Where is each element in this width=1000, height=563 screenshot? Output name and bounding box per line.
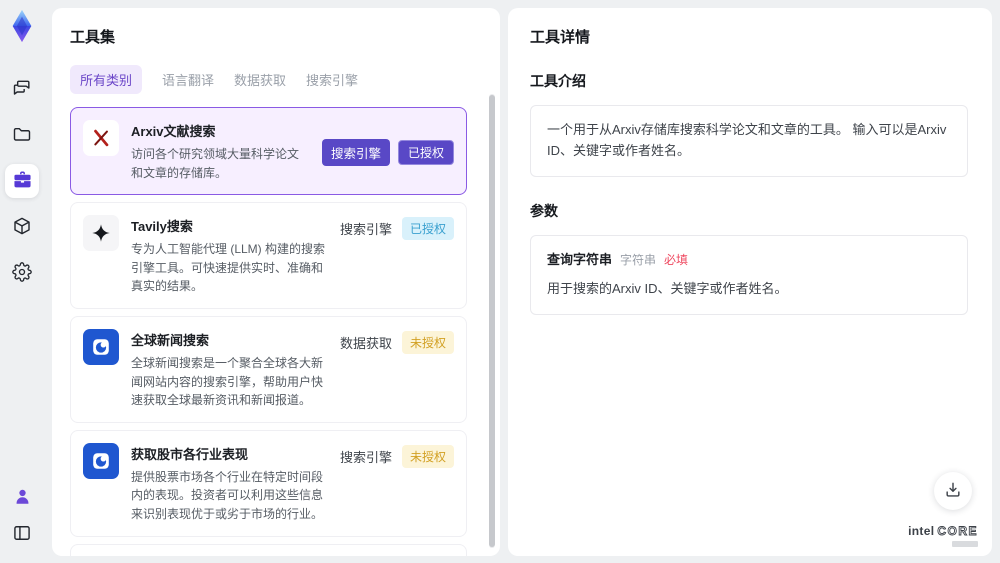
sidebar [0,0,44,563]
category-tab[interactable]: 语言翻译 [162,65,214,94]
core-wordmark: core [937,524,978,539]
parameter-required-label: 必填 [664,252,689,267]
briefcase-icon [12,169,33,193]
category-tabs: 所有类别 语言翻译 数据获取 搜索引擎 [70,65,480,94]
chat-icon [12,78,32,101]
app-logo-icon[interactable] [5,8,39,44]
tool-card[interactable]: 全球新闻搜索 全球新闻搜索是一个聚合全球各大新闻网站内容的搜索引擎，帮助用户快速… [70,315,467,423]
intel-ultra-badge [952,541,978,547]
tool-auth-badge: 已授权 [401,217,454,241]
scrollbar-thumb[interactable] [489,95,495,547]
details-title: 工具详情 [530,29,591,46]
tool-auth-badge: 未授权 [401,444,454,468]
tool-auth-badge: 未授权 [401,330,454,354]
tool-category-tag: 搜索引擎 [339,222,392,238]
category-tab[interactable]: 搜索引擎 [306,65,358,94]
tool-card[interactable]: Arxiv文献搜索 访问各个研究领域大量科学论文和文章的存储库。 搜索引擎 已授… [70,107,467,196]
page-title: 工具集 [70,29,116,46]
user-avatar-icon [13,487,32,509]
parameter-name: 查询字符串 [547,251,613,267]
intro-heading: 工具介绍 [530,73,586,89]
tool-name: Arxiv文献搜索 [131,124,216,139]
tool-list: Arxiv文献搜索 访问各个研究领域大量科学论文和文章的存储库。 搜索引擎 已授… [70,107,480,556]
news-app-icon [83,328,119,365]
sidebar-item-files[interactable] [5,118,39,152]
tools-panel: 工具集 所有类别 语言翻译 数据获取 搜索引擎 Arxiv文献搜索 访问各个研究… [52,8,500,556]
tool-description: 全球新闻搜索是一个聚合全球各大新闻网站内容的搜索引擎，帮助用户快速获取全球最新资… [131,355,324,408]
params-heading: 参数 [530,202,558,219]
scrollbar[interactable] [489,94,495,548]
tool-name: 全球新闻搜索 [131,332,210,348]
sidebar-item-tools[interactable] [5,164,39,198]
sidebar-item-settings[interactable] [5,256,39,290]
stock-app-icon [83,442,119,479]
intro-card: 一个用于从Arxiv存储库搜索科学论文和文章的工具。 输入可以是Arxiv ID… [530,105,968,177]
sidebar-bottom [5,481,39,553]
intel-core-logo: intel core [908,524,978,547]
tool-category-tag: 数据获取 [339,335,392,351]
tool-category-tag: 搜索引擎 [321,138,390,166]
arxiv-logo [83,120,119,156]
app-root: 工具集 所有类别 语言翻译 数据获取 搜索引擎 Arxiv文献搜索 访问各个研究… [0,0,1000,563]
parameter-type: 字符串 [620,252,657,267]
sidebar-item-models[interactable] [5,210,39,244]
download-button[interactable] [934,472,972,510]
tavily-star-icon [83,215,119,252]
category-tab[interactable]: 所有类别 [70,65,143,94]
panel-layout-icon [12,523,32,546]
tool-name: 获取股市各行业表现 [131,446,249,462]
folder-icon [12,124,32,147]
main-content: 工具集 所有类别 语言翻译 数据获取 搜索引擎 Arxiv文献搜索 访问各个研究… [44,0,1000,563]
tool-description: 提供股票市场各个行业在特定时间段内的表现。投资者可以利用这些信息来识别表现优于或… [131,469,324,521]
intel-wordmark: intel [908,524,935,538]
parameter-description: 用于搜索的Arxiv ID、关键字或作者姓名。 [547,281,788,297]
tool-details-panel: 工具详情 工具介绍 一个用于从Arxiv存储库搜索科学论文和文章的工具。 输入可… [508,8,992,556]
category-tab[interactable]: 数据获取 [234,65,286,94]
cube-icon [12,216,32,239]
parameter-card: 查询字符串 字符串 必填 用于搜索的Arxiv ID、关键字或作者姓名。 [530,234,968,316]
sidebar-item-collapse[interactable] [5,517,39,551]
tool-category-tag: 搜索引擎 [339,449,392,465]
intro-text: 一个用于从Arxiv存储库搜索科学论文和文章的工具。 输入可以是Arxiv ID… [547,122,947,158]
tool-name: Tavily搜索 [131,219,193,235]
tool-description: 专为人工智能代理 (LLM) 构建的搜索引擎工具。可快速提供实时、准确和真实的结… [131,242,326,294]
tool-description: 访问各个研究领域大量科学论文和文章的存储库。 [131,147,300,180]
tool-card[interactable]: 获取股市各行业表现 提供股票市场各个行业在特定时间段内的表现。投资者可以利用这些… [70,429,467,537]
sidebar-item-profile[interactable] [5,481,39,515]
sidebar-item-chat[interactable] [5,72,39,106]
download-icon [943,480,963,503]
gear-icon [12,261,32,285]
tool-auth-badge: 已授权 [397,139,454,165]
tool-card[interactable]: 获取市场最活跃股票信息 提供当天交易量最高的股票列表。投资者可以利用这些信息来识… [70,543,467,556]
tool-card[interactable]: Tavily搜索 专为人工智能代理 (LLM) 构建的搜索引擎工具。可快速提供实… [70,202,467,309]
params-list: 查询字符串 字符串 必填 用于搜索的Arxiv ID、关键字或作者姓名。 [530,234,968,316]
